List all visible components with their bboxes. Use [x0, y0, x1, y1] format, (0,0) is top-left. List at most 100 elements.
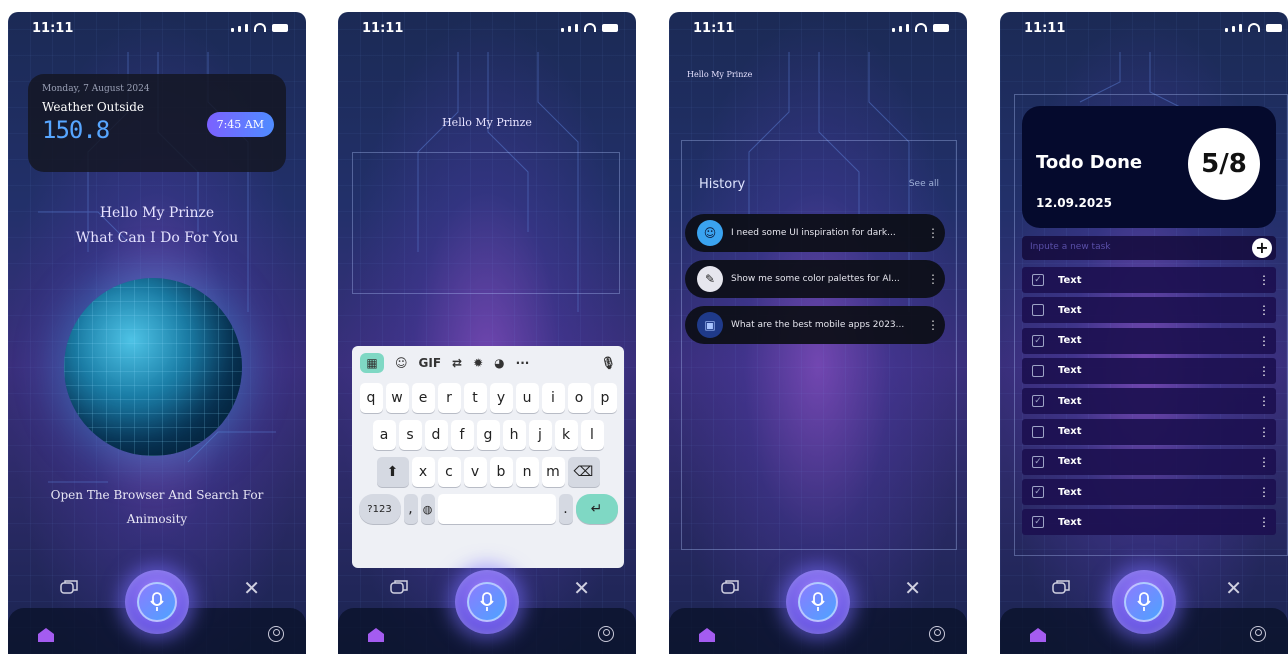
checkbox-icon[interactable]	[1032, 304, 1044, 317]
key[interactable]: i	[541, 383, 565, 413]
close-icon[interactable]: ✕	[243, 578, 260, 598]
apps-grid-icon[interactable]: ▦	[360, 353, 384, 373]
key[interactable]: v	[463, 457, 487, 487]
key[interactable]: r	[437, 383, 461, 413]
more-vertical-icon[interactable]: ⋮	[1258, 303, 1270, 317]
more-vertical-icon[interactable]: ⋮	[927, 318, 939, 332]
home-icon[interactable]	[368, 628, 384, 642]
task-row[interactable]: ✓ Text ⋮	[1022, 327, 1276, 354]
close-icon[interactable]: ✕	[904, 578, 921, 598]
checkbox-icon[interactable]	[1032, 425, 1044, 438]
see-all-link[interactable]: See all	[909, 179, 939, 189]
key[interactable]: m	[541, 457, 565, 487]
task-row[interactable]: ✓ Text ⋮	[1022, 448, 1276, 475]
space-key[interactable]	[437, 494, 556, 524]
key[interactable]: f	[450, 420, 474, 450]
history-item[interactable]: ☺ I need some UI inspiration for dark...…	[685, 214, 945, 252]
task-row[interactable]: ✓ Text ⋮	[1022, 509, 1276, 536]
key[interactable]: o	[567, 383, 591, 413]
task-row[interactable]: ✓ Text ⋮	[1022, 479, 1276, 506]
mic-button[interactable]	[455, 570, 519, 634]
profile-icon[interactable]	[1250, 626, 1266, 642]
more-vertical-icon[interactable]: ⋮	[1258, 394, 1270, 408]
more-vertical-icon[interactable]: ⋮	[1258, 273, 1270, 287]
home-icon[interactable]	[1030, 628, 1046, 642]
checkbox-icon[interactable]: ✓	[1032, 455, 1044, 468]
weather-card[interactable]: Monday, 7 August 2024 Weather Outside 15…	[28, 74, 286, 172]
task-row[interactable]: Text ⋮	[1022, 357, 1276, 384]
more-vertical-icon[interactable]: ⋮	[1258, 425, 1270, 439]
sticker-icon[interactable]: ☺	[395, 356, 408, 370]
key[interactable]: a	[372, 420, 396, 450]
key[interactable]: c	[437, 457, 461, 487]
profile-icon[interactable]	[598, 626, 614, 642]
plus-icon[interactable]: +	[1252, 238, 1272, 258]
checkbox-icon[interactable]: ✓	[1032, 274, 1044, 286]
backspace-key[interactable]: ⌫	[567, 457, 600, 487]
key[interactable]: q	[359, 383, 383, 413]
key[interactable]: d	[424, 420, 448, 450]
key[interactable]: e	[411, 383, 435, 413]
close-icon[interactable]: ✕	[573, 578, 590, 598]
chat-icon[interactable]	[1052, 580, 1070, 596]
more-vertical-icon[interactable]: ⋮	[927, 272, 939, 286]
more-vertical-icon[interactable]: ⋮	[1258, 485, 1270, 499]
key[interactable]: t	[463, 383, 487, 413]
chat-icon[interactable]	[390, 580, 408, 596]
gif-button[interactable]: GIF	[419, 356, 442, 370]
task-row[interactable]: ✓ Text ⋮	[1022, 267, 1276, 293]
key[interactable]: h	[502, 420, 526, 450]
more-vertical-icon[interactable]: ⋮	[1258, 455, 1270, 469]
key[interactable]: x	[411, 457, 435, 487]
mic-button[interactable]	[786, 570, 850, 634]
key[interactable]: w	[385, 383, 409, 413]
translate-icon[interactable]: ⇄	[452, 356, 462, 370]
checkbox-icon[interactable]: ✓	[1032, 334, 1044, 347]
home-icon[interactable]	[699, 628, 715, 642]
comma-key[interactable]: ,	[403, 494, 418, 524]
checkbox-icon[interactable]: ✓	[1032, 395, 1044, 408]
key[interactable]: y	[489, 383, 513, 413]
key[interactable]: g	[476, 420, 500, 450]
history-item[interactable]: ✎ Show me some color palettes for AI... …	[685, 260, 945, 298]
checkbox-icon[interactable]: ✓	[1032, 516, 1044, 529]
task-row[interactable]: Text ⋮	[1022, 297, 1276, 324]
settings-icon[interactable]: ✹	[473, 356, 483, 370]
new-task-input[interactable]: Inpute a new task +	[1022, 236, 1276, 260]
profile-icon[interactable]	[268, 626, 284, 642]
enter-key[interactable]: ↵	[575, 494, 618, 524]
key[interactable]: p	[593, 383, 617, 413]
globe-icon[interactable]: ◍	[420, 494, 435, 524]
key[interactable]: j	[528, 420, 552, 450]
more-vertical-icon[interactable]: ⋮	[927, 226, 939, 240]
period-key[interactable]: .	[558, 494, 573, 524]
shift-key[interactable]: ⬆	[376, 457, 409, 487]
key[interactable]: n	[515, 457, 539, 487]
task-row[interactable]: ✓ Text ⋮	[1022, 388, 1276, 415]
key[interactable]: u	[515, 383, 539, 413]
task-row[interactable]: Text ⋮	[1022, 418, 1276, 445]
profile-icon[interactable]	[929, 626, 945, 642]
palette-icon[interactable]: ◕	[494, 356, 504, 370]
home-icon[interactable]	[38, 628, 54, 642]
key[interactable]: s	[398, 420, 422, 450]
key[interactable]: l	[580, 420, 604, 450]
key[interactable]: k	[554, 420, 578, 450]
time-badge[interactable]: 7:45 AM	[206, 112, 274, 137]
symbols-key[interactable]: ?123	[358, 494, 401, 524]
more-icon[interactable]: ···	[516, 356, 530, 370]
checkbox-icon[interactable]: ✓	[1032, 486, 1044, 499]
chat-icon[interactable]	[60, 580, 78, 596]
mic-button[interactable]	[1112, 570, 1176, 634]
mic-button[interactable]	[125, 570, 189, 634]
more-vertical-icon[interactable]: ⋮	[1258, 515, 1270, 529]
more-vertical-icon[interactable]: ⋮	[1258, 334, 1270, 348]
input-area[interactable]	[352, 152, 620, 294]
keyboard-mic-icon[interactable]: 🎙	[601, 356, 616, 370]
checkbox-icon[interactable]	[1032, 364, 1044, 377]
key[interactable]: b	[489, 457, 513, 487]
more-vertical-icon[interactable]: ⋮	[1258, 364, 1270, 378]
history-item[interactable]: ▣ What are the best mobile apps 2023... …	[685, 306, 945, 344]
close-icon[interactable]: ✕	[1225, 578, 1242, 598]
chat-icon[interactable]	[721, 580, 739, 596]
